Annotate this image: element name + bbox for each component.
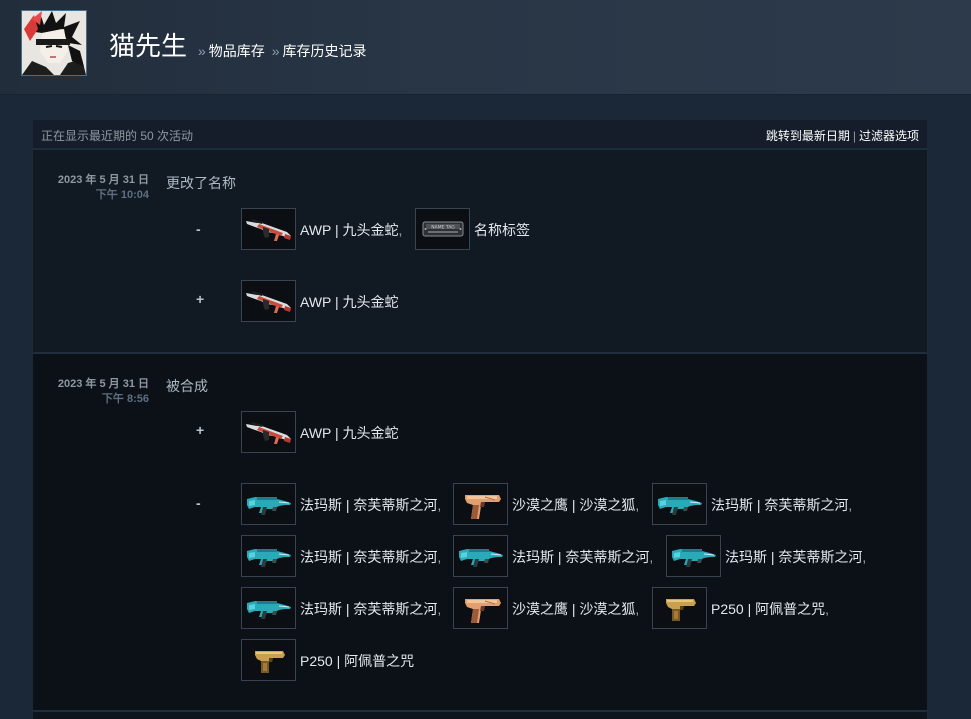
item-name[interactable]: AWP | 九头金蛇 bbox=[300, 222, 399, 238]
event-time: 下午 10:04 bbox=[95, 189, 149, 201]
p250-icon[interactable] bbox=[241, 639, 296, 681]
event-description: 被合成 bbox=[166, 378, 208, 394]
item-comma: , bbox=[437, 549, 442, 565]
avatar-image bbox=[22, 11, 86, 75]
item-comma: , bbox=[437, 601, 442, 617]
history-toolbar: 正在显示最近期的 50 次活动 跳转到最新日期 | 过滤器选项 bbox=[33, 120, 927, 150]
famas-icon[interactable] bbox=[453, 535, 508, 577]
item-name[interactable]: 法玛斯 | 奈芙蒂斯之河 bbox=[300, 497, 437, 513]
item-name[interactable]: P250 | 阿佩普之咒 bbox=[711, 601, 825, 617]
breadcrumb-separator: » bbox=[271, 43, 280, 59]
event-time: 下午 8:56 bbox=[101, 393, 149, 405]
famas-icon[interactable] bbox=[241, 483, 296, 525]
item-comma: , bbox=[635, 601, 640, 617]
item-name[interactable]: 名称标签 bbox=[474, 222, 530, 238]
name-tag-icon[interactable]: NAME TAG bbox=[415, 208, 470, 250]
breadcrumb-separator: » bbox=[198, 43, 206, 59]
svg-text:NAME TAG: NAME TAG bbox=[431, 224, 455, 230]
item-name[interactable]: 法玛斯 | 奈芙蒂斯之河 bbox=[711, 497, 848, 513]
history-row: 2023 年 5 月 31 日 下午 10:04 更改了名称 - AWP | 九… bbox=[33, 150, 927, 354]
item-name[interactable]: AWP | 九头金蛇 bbox=[300, 425, 399, 441]
awp-hydra-icon[interactable] bbox=[241, 411, 296, 453]
item-comma: , bbox=[848, 497, 853, 513]
deagle-icon[interactable] bbox=[453, 483, 508, 525]
deagle-icon[interactable] bbox=[453, 587, 508, 629]
famas-icon[interactable] bbox=[666, 535, 721, 577]
awp-hydra-icon[interactable] bbox=[241, 280, 296, 322]
item-comma: , bbox=[649, 549, 654, 565]
link-divider: | bbox=[852, 129, 856, 143]
famas-icon[interactable] bbox=[241, 587, 296, 629]
item-comma: , bbox=[825, 601, 830, 617]
item-name[interactable]: 沙漠之鹰 | 沙漠之狐 bbox=[512, 497, 635, 513]
items-added-sign: + bbox=[196, 422, 205, 438]
famas-icon[interactable] bbox=[652, 483, 707, 525]
filter-options-link[interactable]: 过滤器选项 bbox=[859, 129, 919, 143]
p250-icon[interactable] bbox=[652, 587, 707, 629]
item-comma: , bbox=[862, 549, 867, 565]
item-name[interactable]: 法玛斯 | 奈芙蒂斯之河 bbox=[300, 601, 437, 617]
item-name[interactable]: 法玛斯 | 奈芙蒂斯之河 bbox=[300, 549, 437, 565]
item-comma: , bbox=[398, 222, 403, 238]
history-row: 2023 年 5 月 31 日 下午 8:56 被合成 + AWP | 九头金蛇… bbox=[33, 354, 927, 712]
toolbar-links: 跳转到最新日期 | 过滤器选项 bbox=[766, 127, 919, 144]
event-description: 更改了名称 bbox=[166, 175, 236, 191]
items-added-sign: + bbox=[196, 291, 205, 307]
item-name[interactable]: 法玛斯 | 奈芙蒂斯之河 bbox=[512, 549, 649, 565]
items-removed-sign: - bbox=[196, 221, 201, 237]
persona-name[interactable]: 猫先生 bbox=[109, 30, 187, 62]
item-name[interactable]: AWP | 九头金蛇 bbox=[300, 294, 399, 310]
item-name[interactable]: 沙漠之鹰 | 沙漠之狐 bbox=[512, 601, 635, 617]
item-comma: , bbox=[635, 497, 640, 513]
profile-header: 猫先生 » 物品库存 » 库存历史记录 bbox=[0, 0, 971, 95]
avatar[interactable] bbox=[21, 10, 87, 76]
breadcrumb-inventory-link[interactable]: 物品库存 bbox=[209, 43, 265, 59]
famas-icon[interactable] bbox=[241, 535, 296, 577]
breadcrumb-history-link[interactable]: 库存历史记录 bbox=[282, 43, 366, 59]
activity-count: 正在显示最近期的 50 次活动 bbox=[41, 129, 194, 143]
event-date: 2023 年 5 月 31 日 bbox=[57, 378, 149, 390]
items-removed-sign: - bbox=[196, 495, 201, 511]
jump-to-latest-link[interactable]: 跳转到最新日期 bbox=[766, 129, 850, 143]
event-date: 2023 年 5 月 31 日 bbox=[57, 174, 149, 186]
item-comma: , bbox=[437, 497, 442, 513]
item-name[interactable]: P250 | 阿佩普之咒 bbox=[300, 653, 414, 669]
awp-hydra-icon[interactable] bbox=[241, 208, 296, 250]
inventory-history-panel: 正在显示最近期的 50 次活动 跳转到最新日期 | 过滤器选项 2023 年 5 月… bbox=[33, 120, 927, 719]
breadcrumb: » 物品库存 » 库存历史记录 bbox=[195, 42, 366, 60]
item-name[interactable]: 法玛斯 | 奈芙蒂斯之河 bbox=[725, 549, 862, 565]
